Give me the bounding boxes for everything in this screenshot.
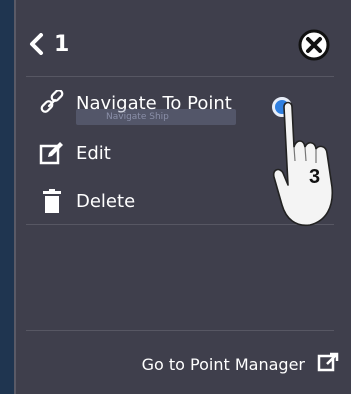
footer-divider — [26, 330, 334, 331]
back-button[interactable]: 1 — [28, 26, 90, 62]
open-external-icon — [317, 352, 339, 376]
menu-item-label: Delete — [76, 190, 136, 212]
close-button[interactable] — [297, 28, 331, 62]
header-divider — [26, 76, 334, 77]
edit-icon — [38, 139, 66, 167]
chevron-left-icon — [28, 33, 44, 55]
panel-header: 1 — [16, 0, 351, 76]
footer-label: Go to Point Manager — [141, 354, 305, 374]
panel-title: 1 — [54, 31, 70, 57]
background-map-left — [0, 0, 14, 394]
trash-icon — [38, 187, 66, 215]
ghost-tooltip: Navigate Ship — [76, 109, 236, 125]
close-circle-icon — [297, 29, 331, 66]
go-to-point-manager-button[interactable]: Go to Point Manager — [16, 346, 351, 382]
step-number-label: 3 — [309, 166, 321, 188]
menu-item-label: Edit — [76, 142, 111, 164]
navigate-link-icon — [38, 89, 66, 117]
pointing-hand-icon — [272, 101, 334, 227]
